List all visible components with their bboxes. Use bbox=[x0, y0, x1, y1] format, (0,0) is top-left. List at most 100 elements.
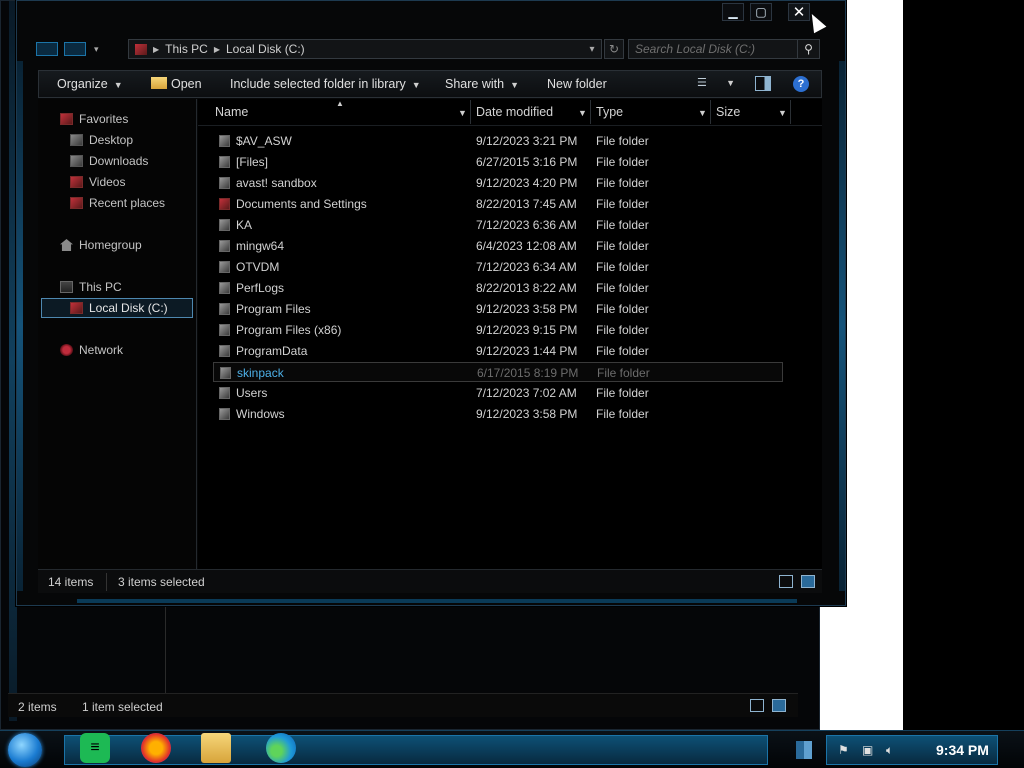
file-name: avast! sandbox bbox=[236, 176, 317, 190]
table-row[interactable]: Users 7/12/2023 7:02 AM File folder bbox=[213, 383, 783, 403]
chevron-down-icon: ▼ bbox=[411, 80, 421, 90]
file-date: 9/12/2023 4:20 PM bbox=[476, 176, 578, 190]
include-in-library-button[interactable]: Include selected folder in library ▼ bbox=[230, 77, 421, 91]
search-input[interactable]: Search Local Disk (C:) ⚲ bbox=[628, 39, 820, 59]
help-icon[interactable]: ? bbox=[793, 76, 809, 92]
column-header-name[interactable]: Name bbox=[215, 105, 248, 119]
nav-item-local-disk[interactable]: Local Disk (C:) bbox=[70, 301, 168, 315]
table-row[interactable]: PerfLogs 8/22/2013 8:22 AM File folder bbox=[213, 278, 783, 298]
view-options-chevron-icon[interactable]: ▼ bbox=[726, 78, 735, 88]
table-row[interactable]: mingw64 6/4/2023 12:08 AM File folder bbox=[213, 236, 783, 256]
organize-button[interactable]: Organize ▼ bbox=[57, 77, 123, 91]
file-type: File folder bbox=[596, 155, 649, 169]
column-divider[interactable] bbox=[590, 100, 591, 124]
volume-icon[interactable]: 🔈︎ bbox=[886, 743, 893, 758]
file-date: 8/22/2013 8:22 AM bbox=[476, 281, 577, 295]
file-explorer-icon[interactable] bbox=[201, 733, 231, 763]
large-icons-view-icon[interactable] bbox=[772, 699, 786, 712]
nav-item-network[interactable]: Network bbox=[60, 343, 123, 357]
share-with-button[interactable]: Share with ▼ bbox=[445, 77, 519, 91]
chevron-right-icon[interactable]: ▶ bbox=[153, 45, 159, 54]
search-icon[interactable]: ⚲ bbox=[797, 40, 819, 58]
details-view-icon[interactable] bbox=[779, 575, 793, 588]
column-divider[interactable] bbox=[710, 100, 711, 124]
command-toolbar: Organize ▼ Open Include selected folder i… bbox=[38, 70, 822, 98]
close-icon: ✕ bbox=[792, 4, 806, 21]
column-header-type[interactable]: Type bbox=[596, 105, 623, 119]
open-button[interactable]: Open bbox=[151, 77, 202, 91]
nav-item-videos[interactable]: Videos bbox=[70, 175, 125, 189]
spotify-icon[interactable]: ≡ bbox=[80, 733, 110, 763]
table-row[interactable]: KA 7/12/2023 6:36 AM File folder bbox=[213, 215, 783, 235]
open-label: Open bbox=[171, 77, 202, 91]
file-date: 9/12/2023 3:58 PM bbox=[476, 407, 578, 421]
column-header-size[interactable]: Size bbox=[716, 105, 740, 119]
breadcrumb-this-pc[interactable]: This PC bbox=[165, 42, 208, 56]
folder-icon bbox=[219, 324, 230, 336]
column-divider[interactable] bbox=[790, 100, 791, 124]
nav-item-downloads[interactable]: Downloads bbox=[70, 154, 148, 168]
address-dropdown-icon[interactable]: ▾ bbox=[582, 39, 602, 59]
change-view-icon[interactable]: ☰ bbox=[697, 77, 713, 90]
recent-locations-icon[interactable]: ▾ bbox=[94, 44, 99, 55]
file-name: mingw64 bbox=[236, 239, 285, 253]
file-name: [Files] bbox=[236, 155, 269, 169]
table-row[interactable]: $AV_ASW 9/12/2023 3:21 PM File folder bbox=[213, 131, 783, 151]
file-name: PerfLogs bbox=[236, 281, 285, 295]
table-row[interactable]: Windows 9/12/2023 3:58 PM File folder bbox=[213, 404, 783, 424]
nav-label: Local Disk (C:) bbox=[89, 301, 168, 315]
file-date: 9/12/2023 1:44 PM bbox=[476, 344, 578, 358]
file-name: Users bbox=[236, 386, 268, 400]
table-row-selected[interactable]: skinpack 6/17/2015 8:19 PM File folder bbox=[213, 362, 783, 382]
table-row[interactable]: Program Files (x86) 9/12/2023 9:15 PM File… bbox=[213, 320, 783, 340]
column-size-dropdown-icon[interactable]: ▼ bbox=[778, 108, 787, 118]
column-date-dropdown-icon[interactable]: ▼ bbox=[578, 108, 587, 118]
back-button[interactable] bbox=[36, 42, 58, 56]
file-date: 9/12/2023 3:21 PM bbox=[476, 134, 578, 148]
background-status-selected: 1 item selected bbox=[82, 700, 163, 714]
status-bar: 14 items 3 items selected bbox=[38, 569, 822, 593]
minimize-button[interactable]: ▁ bbox=[722, 3, 744, 21]
forward-button[interactable] bbox=[64, 42, 86, 56]
table-row[interactable]: Program Files 9/12/2023 3:58 PM File folde… bbox=[213, 299, 783, 319]
start-button[interactable] bbox=[8, 733, 42, 767]
file-type: File folder bbox=[596, 260, 649, 274]
table-row[interactable]: Documents and Settings 8/22/2013 7:45 AM F… bbox=[213, 194, 783, 214]
nav-item-recent-places[interactable]: Recent places bbox=[70, 196, 165, 210]
table-row[interactable]: [Files] 6/27/2015 3:16 PM File folder bbox=[213, 152, 783, 172]
preview-pane-icon[interactable] bbox=[755, 76, 771, 91]
nav-label: Favorites bbox=[79, 112, 129, 126]
nav-item-this-pc[interactable]: This PC bbox=[60, 280, 122, 294]
breadcrumb-local-disk[interactable]: Local Disk (C:) bbox=[226, 42, 305, 56]
table-row[interactable]: OTVDM 7/12/2023 6:34 AM File folder bbox=[213, 257, 783, 277]
file-date: 7/12/2023 6:36 AM bbox=[476, 218, 577, 232]
table-row[interactable]: ProgramData 9/12/2023 1:44 PM File folder bbox=[213, 341, 783, 361]
share-label: Share with bbox=[445, 77, 505, 91]
column-header-date[interactable]: Date modified bbox=[476, 105, 553, 119]
large-icons-view-icon[interactable] bbox=[801, 575, 815, 588]
nav-item-desktop[interactable]: Desktop bbox=[70, 133, 133, 147]
address-bar[interactable]: ▶ This PC ▶ Local Disk (C:) bbox=[128, 39, 602, 59]
column-divider[interactable] bbox=[470, 100, 471, 124]
nav-item-homegroup[interactable]: Homegroup bbox=[60, 238, 142, 252]
column-name-dropdown-icon[interactable]: ▼ bbox=[458, 108, 467, 118]
refresh-button[interactable]: ↻ bbox=[604, 39, 624, 59]
nav-item-favorites[interactable]: Favorites bbox=[60, 112, 128, 126]
show-desktop-button[interactable] bbox=[796, 741, 812, 759]
maximize-button[interactable]: ▢ bbox=[750, 3, 772, 21]
column-type-dropdown-icon[interactable]: ▼ bbox=[698, 108, 707, 118]
folder-icon bbox=[219, 387, 230, 399]
network-status-icon[interactable]: ▣ bbox=[862, 743, 873, 757]
file-date: 6/4/2023 12:08 AM bbox=[476, 239, 577, 253]
details-view-icon[interactable] bbox=[750, 699, 764, 712]
action-center-flag-icon[interactable]: ⚑ bbox=[838, 743, 849, 757]
firefox-icon[interactable] bbox=[141, 733, 171, 763]
nav-label: Desktop bbox=[89, 133, 134, 147]
new-folder-button[interactable]: New folder bbox=[547, 77, 607, 91]
chevron-right-icon[interactable]: ▶ bbox=[214, 45, 220, 54]
clock[interactable]: 9:34 PM bbox=[936, 742, 989, 758]
sort-ascending-icon: ▲ bbox=[336, 99, 344, 108]
table-row[interactable]: avast! sandbox 9/12/2023 4:20 PM File fold… bbox=[213, 173, 783, 193]
search-placeholder: Search Local Disk (C:) bbox=[635, 42, 756, 56]
edge-icon[interactable] bbox=[266, 733, 296, 763]
